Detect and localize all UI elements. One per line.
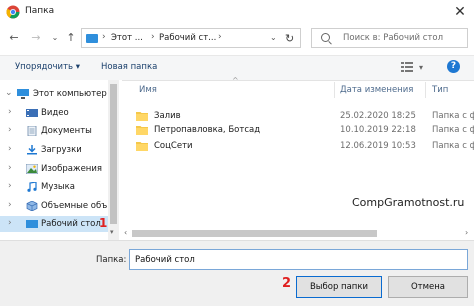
tree-item-this-pc[interactable]: ⌄ Этот компьютер <box>0 86 108 102</box>
view-dropdown-icon[interactable]: ▾ <box>419 63 423 72</box>
column-divider[interactable] <box>334 82 335 98</box>
column-header-date[interactable]: Дата изменения <box>340 85 413 95</box>
table-row[interactable]: СоцСети 12.06.2019 10:53 Папка с ф <box>122 138 474 154</box>
scroll-right-icon[interactable]: › <box>465 228 468 237</box>
tree-item-label: Рабочий стол <box>41 219 101 229</box>
cancel-button[interactable]: Отмена <box>388 276 468 298</box>
chevron-right-icon[interactable]: › <box>8 107 12 117</box>
back-arrow-icon[interactable]: ← <box>7 31 21 45</box>
horizontal-scroll-thumb[interactable] <box>132 230 377 237</box>
tree-item-downloads[interactable]: › Загрузки <box>0 142 108 158</box>
organize-button[interactable]: Упорядочить ▾ <box>15 62 80 72</box>
new-folder-button[interactable]: Новая папка <box>101 62 157 72</box>
table-row[interactable]: Петропавловка, Ботсад 10.10.2019 22:18 П… <box>122 122 474 138</box>
chrome-icon <box>6 5 20 19</box>
tree-item-label: Музыка <box>41 182 75 192</box>
images-icon <box>26 164 38 174</box>
column-divider[interactable] <box>425 82 426 98</box>
up-arrow-icon[interactable]: ↑ <box>64 31 78 45</box>
column-header-type[interactable]: Тип <box>432 85 448 95</box>
desktop-icon <box>26 220 38 228</box>
file-date: 25.02.2020 18:25 <box>340 111 416 121</box>
scroll-down-icon[interactable]: ▾ <box>110 228 114 236</box>
folder-label: Папка: <box>96 255 127 265</box>
file-type: Папка с ф <box>432 125 474 135</box>
window-title: Папка <box>25 6 55 16</box>
refresh-icon[interactable]: ↻ <box>285 32 294 45</box>
file-type: Папка с ф <box>432 111 474 121</box>
help-icon[interactable]: ? <box>447 60 460 73</box>
video-icon <box>26 109 38 117</box>
3d-objects-icon <box>26 201 38 211</box>
chevron-right-icon[interactable]: › <box>8 218 12 228</box>
chevron-right-icon[interactable]: › <box>218 32 222 42</box>
computer-icon <box>17 89 29 99</box>
file-type: Папка с ф <box>432 141 474 151</box>
tree-item-images[interactable]: › Изображения <box>0 161 108 177</box>
tree-item-3d-objects[interactable]: › Объемные объ <box>0 198 108 214</box>
file-date: 12.06.2019 10:53 <box>340 141 416 151</box>
folder-icon <box>136 126 148 135</box>
tree-item-label: Загрузки <box>41 145 82 155</box>
downloads-icon <box>27 145 37 155</box>
tree-item-label: Этот компьютер <box>33 89 107 99</box>
address-bar[interactable]: › Этот ... › Рабочий ст... › ⌄ ↻ <box>81 28 301 48</box>
chevron-right-icon[interactable]: › <box>8 200 12 210</box>
computer-icon <box>86 34 98 43</box>
step-marker-1: 1 <box>99 216 108 230</box>
sort-caret-up-icon: ^ <box>232 76 239 85</box>
chevron-right-icon[interactable]: › <box>8 144 12 154</box>
navigation-pane: ⌄ Этот компьютер › Видео › Документы › З… <box>0 80 122 240</box>
folder-icon <box>136 142 148 151</box>
tree-item-label: Объемные объ <box>41 201 108 211</box>
tree-item-label: Изображения <box>41 164 103 174</box>
scroll-left-icon[interactable]: ‹ <box>124 228 127 237</box>
sidebar-scroll-thumb[interactable] <box>110 84 117 224</box>
search-icon <box>321 33 330 42</box>
address-dropdown-icon[interactable]: ⌄ <box>270 33 277 42</box>
music-icon <box>27 182 37 192</box>
tree-item-documents[interactable]: › Документы <box>0 123 108 139</box>
step-marker-2: 2 <box>282 276 292 291</box>
file-name: Залив <box>154 111 181 121</box>
chevron-right-icon[interactable]: › <box>8 125 12 135</box>
chevron-right-icon[interactable]: › <box>102 32 106 42</box>
tree-item-video[interactable]: › Видео <box>0 105 108 121</box>
watermark-text: CompGramotnost.ru <box>352 196 465 209</box>
forward-arrow-icon[interactable]: → <box>29 31 43 45</box>
title-bar: Папка ✕ <box>0 0 474 24</box>
tree-item-music[interactable]: › Музыка <box>0 179 108 195</box>
chevron-down-icon[interactable]: ⌄ <box>5 88 13 98</box>
chevron-right-icon[interactable]: › <box>151 32 155 42</box>
breadcrumb-this-pc[interactable]: Этот ... <box>111 33 143 43</box>
file-date: 10.10.2019 22:18 <box>340 125 416 135</box>
breadcrumb-desktop[interactable]: Рабочий ст... <box>159 33 216 43</box>
search-placeholder: Поиск в: Рабочий стол <box>343 33 444 43</box>
documents-icon <box>27 126 37 136</box>
close-button[interactable]: ✕ <box>451 3 469 21</box>
tree-item-label: Видео <box>41 108 69 118</box>
chevron-right-icon[interactable]: › <box>8 181 12 191</box>
search-box[interactable]: Поиск в: Рабочий стол <box>311 28 468 48</box>
column-header-name[interactable]: Имя <box>139 85 157 95</box>
folder-icon <box>136 112 148 121</box>
tree-item-label: Документы <box>41 126 92 136</box>
file-name: СоцСети <box>154 141 193 151</box>
folder-dialog: Папка ✕ ← → ⌄ ↑ › Этот ... › Рабочий ст.… <box>0 0 474 306</box>
folder-name-input[interactable] <box>129 249 468 270</box>
tree-item-desktop[interactable]: › Рабочий стол <box>0 216 108 232</box>
chevron-right-icon[interactable]: › <box>8 163 12 173</box>
file-name: Петропавловка, Ботсад <box>154 125 261 135</box>
select-folder-button[interactable]: Выбор папки <box>296 276 382 298</box>
recent-chevron-down-icon[interactable]: ⌄ <box>48 31 62 45</box>
view-options-icon[interactable] <box>401 62 413 72</box>
